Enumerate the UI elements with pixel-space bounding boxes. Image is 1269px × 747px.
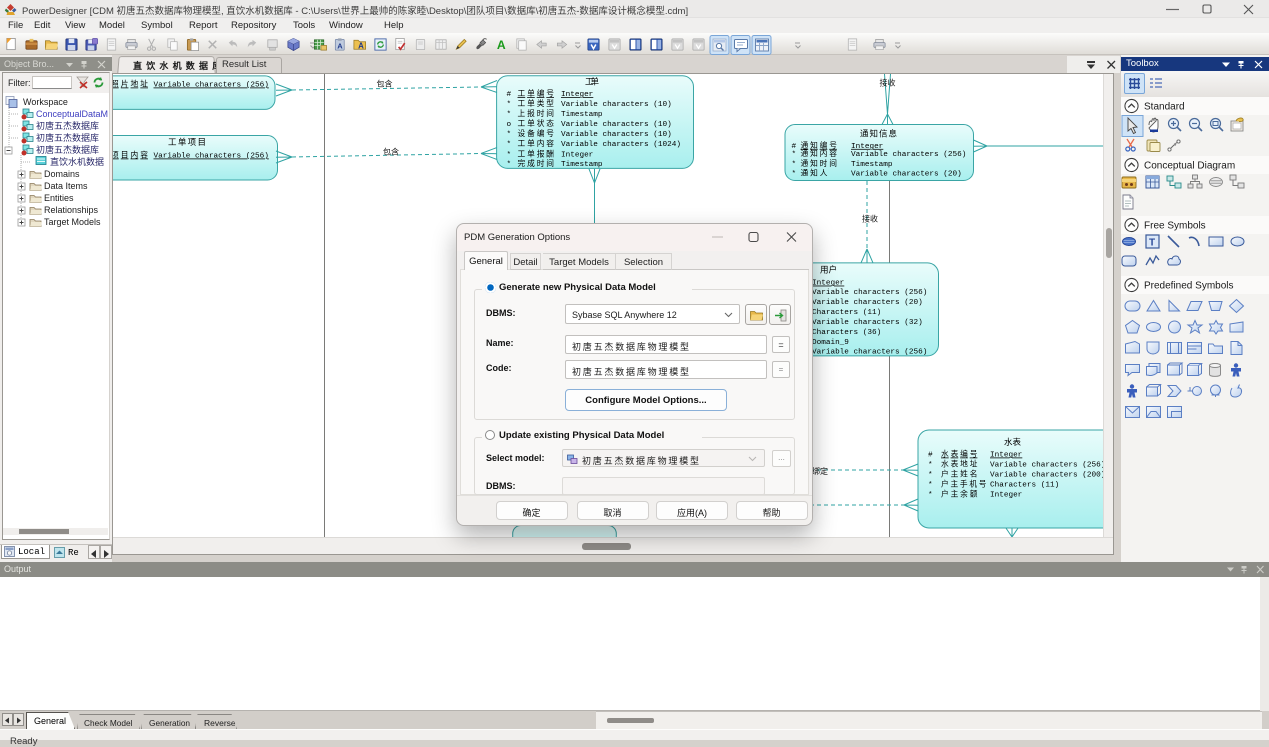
svg-text:o: o bbox=[507, 121, 512, 129]
svg-text:Integer: Integer bbox=[990, 492, 1022, 500]
svg-text:Integer: Integer bbox=[812, 280, 844, 288]
svg-text:户主姓名: 户主姓名 bbox=[941, 469, 977, 479]
svg-text:绑定: 绑定 bbox=[812, 466, 828, 476]
svg-text:*: * bbox=[928, 462, 933, 470]
svg-text:*: * bbox=[507, 152, 512, 160]
svg-text:*: * bbox=[792, 161, 797, 169]
svg-text:Integer: Integer bbox=[990, 452, 1022, 460]
svg-text:Variable characters (10): Variable characters (10) bbox=[561, 121, 672, 129]
svg-text:Variable characters (256): Variable characters (256) bbox=[812, 289, 927, 297]
svg-text:包含: 包含 bbox=[383, 147, 399, 157]
svg-text:Variable characters (10): Variable characters (10) bbox=[561, 101, 672, 109]
svg-text:用户: 用户 bbox=[820, 265, 837, 275]
svg-text:Timestamp: Timestamp bbox=[851, 161, 893, 169]
svg-text:Variable characters (256): Variable characters (256) bbox=[851, 151, 966, 159]
svg-text:#: # bbox=[928, 452, 933, 460]
svg-text:通知人: 通知人 bbox=[801, 168, 828, 178]
svg-text:水表地址: 水表地址 bbox=[941, 459, 978, 469]
svg-text:Standard: Standard bbox=[1144, 102, 1185, 113]
svg-text:Characters (11): Characters (11) bbox=[812, 309, 881, 317]
svg-text:通知内容: 通知内容 bbox=[801, 148, 838, 158]
svg-text:Variable characters (20): Variable characters (20) bbox=[851, 171, 962, 179]
svg-text:工单状态: 工单状态 bbox=[518, 118, 555, 128]
svg-text:Integer: Integer bbox=[561, 152, 593, 160]
svg-text:照片地址: 照片地址 bbox=[113, 79, 148, 89]
svg-text:Integer: Integer bbox=[561, 91, 593, 99]
svg-text:Variable characters (256): Variable characters (256) bbox=[990, 462, 1103, 470]
svg-text:设备编号: 设备编号 bbox=[518, 128, 555, 138]
svg-text:*: * bbox=[792, 151, 797, 159]
svg-text:通知时间: 通知时间 bbox=[801, 158, 838, 168]
svg-text:Variable characters (1024): Variable characters (1024) bbox=[561, 141, 681, 149]
svg-text:Variable characters (200): Variable characters (200) bbox=[990, 472, 1103, 480]
svg-text:Characters (36): Characters (36) bbox=[812, 329, 881, 337]
svg-text:工单报酬: 工单报酬 bbox=[518, 149, 555, 159]
svg-text:#: # bbox=[507, 91, 512, 99]
svg-text:Domain_9: Domain_9 bbox=[812, 339, 849, 347]
svg-text:*: * bbox=[928, 482, 933, 490]
svg-text:工单类型: 工单类型 bbox=[518, 98, 555, 108]
svg-text:Variable characters (256): Variable characters (256) bbox=[812, 348, 927, 356]
svg-text:Integer: Integer bbox=[851, 143, 883, 151]
svg-text:工单项目: 工单项目 bbox=[168, 137, 206, 147]
svg-text:户主手机号: 户主手机号 bbox=[941, 479, 987, 489]
svg-text:户主余额: 户主余额 bbox=[941, 489, 978, 499]
svg-text:*: * bbox=[507, 141, 512, 149]
svg-text:水表编号: 水表编号 bbox=[941, 449, 978, 459]
svg-text:*: * bbox=[928, 492, 933, 500]
svg-text:T: T bbox=[1149, 238, 1155, 249]
svg-text:Timestamp: Timestamp bbox=[561, 161, 603, 169]
svg-text:Variable characters (32): Variable characters (32) bbox=[812, 319, 923, 327]
svg-text:接收: 接收 bbox=[880, 78, 896, 88]
svg-text:包含: 包含 bbox=[377, 79, 393, 89]
svg-text:*: * bbox=[928, 472, 933, 480]
svg-text:*: * bbox=[507, 111, 512, 119]
svg-text:上报时间: 上报时间 bbox=[518, 108, 555, 118]
svg-text:*: * bbox=[792, 171, 797, 179]
svg-text:Characters (11): Characters (11) bbox=[990, 482, 1059, 490]
svg-text:Predefined Symbols: Predefined Symbols bbox=[1144, 281, 1234, 292]
svg-text:通知信息: 通知信息 bbox=[860, 129, 897, 139]
svg-text:工单编号: 工单编号 bbox=[518, 88, 555, 98]
svg-text:水表: 水表 bbox=[1004, 437, 1021, 447]
svg-text:Free Symbols: Free Symbols bbox=[1144, 221, 1206, 232]
svg-text:项目内容: 项目内容 bbox=[113, 150, 148, 160]
svg-text:工单: 工单 bbox=[585, 77, 599, 87]
svg-text:Timestamp: Timestamp bbox=[561, 111, 603, 119]
svg-text:完成时间: 完成时间 bbox=[518, 158, 555, 168]
svg-text:Variable characters (256): Variable characters (256) bbox=[154, 82, 269, 90]
svg-text:*: * bbox=[507, 101, 512, 109]
svg-text:工单内容: 工单内容 bbox=[518, 138, 555, 148]
svg-text:Variable characters (10): Variable characters (10) bbox=[561, 131, 672, 139]
svg-text:Variable characters (20): Variable characters (20) bbox=[812, 299, 923, 307]
svg-text:Conceptual Diagram: Conceptual Diagram bbox=[1144, 161, 1235, 172]
svg-text:#: # bbox=[792, 143, 797, 151]
svg-text:接收: 接收 bbox=[862, 214, 878, 224]
svg-text:*: * bbox=[507, 131, 512, 139]
svg-text:Variable characters (256): Variable characters (256) bbox=[154, 153, 269, 161]
svg-text:*: * bbox=[507, 161, 512, 169]
